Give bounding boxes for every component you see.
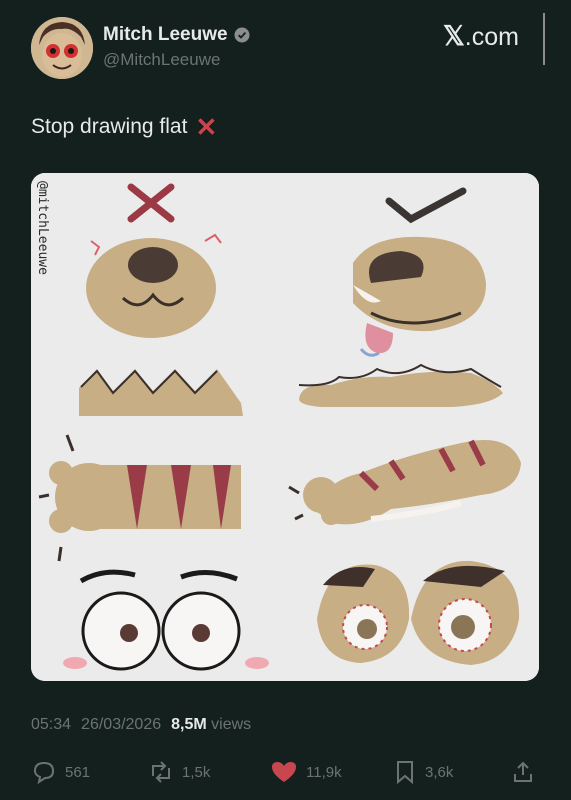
bookmark-count: 3,6k bbox=[425, 763, 454, 781]
reply-icon bbox=[31, 760, 57, 784]
reply-button[interactable]: 561 bbox=[31, 760, 90, 784]
share-button[interactable] bbox=[511, 760, 535, 784]
avatar[interactable] bbox=[31, 17, 93, 79]
share-icon bbox=[511, 760, 535, 784]
repost-count: 1,5k bbox=[182, 763, 211, 781]
verified-badge-icon bbox=[234, 27, 250, 43]
tweet-media-image[interactable]: @mitchLeeuwe bbox=[31, 173, 539, 681]
views-count: 8,5M bbox=[171, 716, 207, 733]
x-logo-icon: 𝕏 bbox=[443, 21, 465, 51]
repost-button[interactable]: 1,5k bbox=[148, 760, 210, 784]
heart-icon bbox=[270, 760, 298, 784]
like-count: 11,9k bbox=[306, 763, 342, 781]
reply-count: 561 bbox=[65, 763, 91, 781]
action-bar: 561 1,5k 11,9k 3,6k bbox=[31, 760, 541, 788]
like-button[interactable]: 11,9k bbox=[270, 760, 342, 784]
views-label: views bbox=[211, 716, 252, 733]
divider bbox=[543, 13, 545, 65]
author-handle[interactable]: @MitchLeeuwe bbox=[103, 50, 220, 70]
tweet-header: Mitch Leeuwe @MitchLeeuwe 𝕏.com bbox=[0, 0, 571, 100]
watermark-text: @mitchLeeuwe bbox=[35, 181, 50, 275]
x-brand-link[interactable]: 𝕏.com bbox=[443, 21, 519, 52]
tweet-meta: 05:34 26/03/2026 8,5M views bbox=[31, 716, 251, 734]
tweet-text: Stop drawing flat ✕ bbox=[31, 114, 217, 140]
tweet-date[interactable]: 26/03/2026 bbox=[81, 716, 161, 734]
author-display-name[interactable]: Mitch Leeuwe bbox=[103, 24, 228, 46]
tweet-text-content: Stop drawing flat bbox=[31, 115, 188, 138]
bookmark-icon bbox=[393, 760, 417, 784]
tweet-time[interactable]: 05:34 bbox=[31, 716, 71, 734]
cross-mark-emoji-icon: ✕ bbox=[195, 112, 218, 142]
author-name-row: Mitch Leeuwe bbox=[103, 24, 250, 46]
bookmark-button[interactable]: 3,6k bbox=[393, 760, 453, 784]
repost-icon bbox=[148, 760, 174, 784]
brand-domain: .com bbox=[464, 23, 519, 51]
